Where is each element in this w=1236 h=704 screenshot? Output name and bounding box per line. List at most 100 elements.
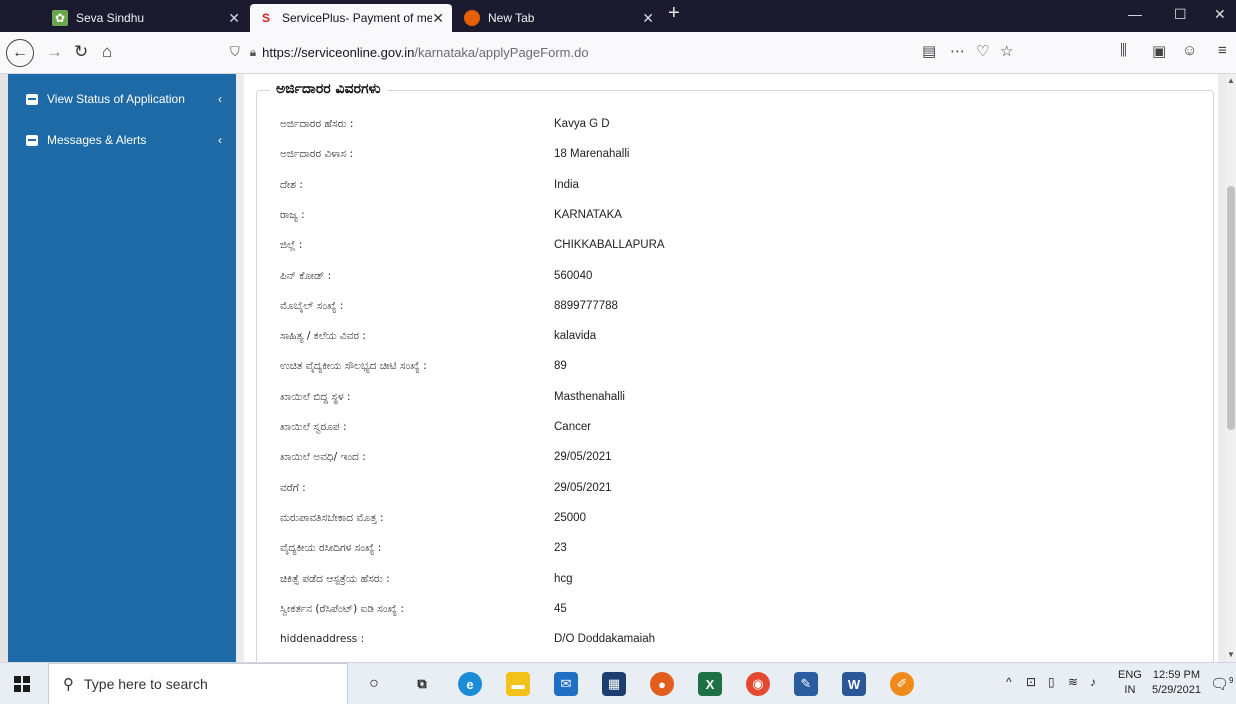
store-icon[interactable]: ▦ xyxy=(602,672,626,696)
sidebar-item-messages-alerts[interactable]: Messages & Alerts ‹ xyxy=(26,133,222,147)
new-tab-plus-icon[interactable]: + xyxy=(668,2,680,25)
field-value: 560040 xyxy=(554,269,593,282)
show-hidden-icons-chevron-icon[interactable]: ^ xyxy=(1006,675,1012,689)
library-icon[interactable]: ⫼ xyxy=(1120,42,1127,59)
bookmark-star-icon[interactable]: ☆ xyxy=(1000,42,1013,60)
detail-row: ಖಾಯಿಲೆ ಬಿದ್ದ ಸ್ಥಳ : Masthenahalli xyxy=(280,387,1180,409)
detail-row: ರಾಜ್ಯ : KARNATAKA xyxy=(280,205,1180,227)
scrollbar-thumb[interactable] xyxy=(1227,186,1235,430)
field-label: ಪಿನ್ ಕೋಡ್ : xyxy=(280,269,332,282)
vertical-scrollbar[interactable]: ▲ ▼ xyxy=(1226,74,1236,662)
tab-new-tab[interactable]: New Tab ✕ xyxy=(456,4,662,32)
navigation-toolbar: ← → ↻ ⌂ ⛉ 🔒︎ https://serviceonline.gov.i… xyxy=(0,32,1236,74)
file-explorer-icon[interactable]: ▬ xyxy=(506,672,530,696)
field-value: 45 xyxy=(554,602,567,615)
excel-icon[interactable]: X xyxy=(698,672,722,696)
forward-arrow-icon[interactable]: → xyxy=(46,42,63,62)
paint-icon[interactable]: ✐ xyxy=(890,672,914,696)
url-path: /karnataka/applyPageForm.do xyxy=(414,44,589,60)
sidebar-toggle-icon[interactable]: ▣ xyxy=(1152,42,1166,60)
menu-box-icon xyxy=(26,134,38,146)
detail-row: ಉಚಿತ ವೈದ್ಯಕೀಯ ಸೌಲಭ್ಯದ ಚೀಟಿ ಸಂಖ್ಯೆ : 89 xyxy=(280,356,1180,378)
task-view-icon[interactable]: ⧉ xyxy=(410,672,434,696)
sidebar-item-label: Messages & Alerts xyxy=(47,133,147,147)
tab-serviceplus[interactable]: S ServicePlus- Payment of medic ✕ xyxy=(250,4,452,32)
windows-taskbar: ⚲ Type here to search ○ ⧉ e ▬ ✉ ▦ ● X ◉ … xyxy=(0,662,1236,704)
network-icon[interactable]: ⊡ xyxy=(1026,675,1036,689)
cortana-icon[interactable]: ○ xyxy=(362,672,386,696)
detail-row: ಖಾಯಿಲೆ ಅವಧಿ/ ಇಂದ : 29/05/2021 xyxy=(280,447,1180,469)
reader-view-icon[interactable]: ▤ xyxy=(922,42,936,60)
field-value: India xyxy=(554,178,579,191)
left-gutter xyxy=(0,74,8,662)
detail-row: ದೇಶ : India xyxy=(280,175,1180,197)
field-label: ಜಿಲ್ಲೆ : xyxy=(280,239,303,252)
system-clock[interactable]: 12:59 PM 5/29/2021 xyxy=(1152,668,1201,698)
close-tab-icon[interactable]: ✕ xyxy=(642,10,654,27)
clock-time: 12:59 PM xyxy=(1152,669,1201,681)
reload-icon[interactable]: ↻ xyxy=(74,42,88,62)
tab-seva-sindhu[interactable]: ✿ Seva Sindhu ✕ xyxy=(44,4,248,32)
sidebar-item-view-status[interactable]: View Status of Application ‹ xyxy=(26,92,222,106)
volume-icon[interactable]: ♪ xyxy=(1090,675,1096,689)
detail-row: ಖಾಯಿಲೆ ಸ್ವರೂಪ : Cancer xyxy=(280,417,1180,439)
firefox-icon[interactable]: ● xyxy=(650,672,674,696)
field-label: ಅರ್ಜಿದಾರರ ಹೆಸರು : xyxy=(280,118,354,130)
detail-row: ಮೊಬೈಲ್ ಸಂಖ್ಯೆ : 8899777788 xyxy=(280,296,1180,318)
wifi-icon[interactable]: ≋ xyxy=(1068,675,1078,689)
field-label: ಖಾಯಿಲೆ ಅವಧಿ/ ಇಂದ : xyxy=(280,451,366,464)
lock-icon[interactable]: 🔒︎ xyxy=(250,45,256,60)
chrome-icon[interactable]: ◉ xyxy=(746,672,770,696)
edge-icon[interactable]: e xyxy=(458,672,482,696)
search-icon: ⚲ xyxy=(63,676,74,693)
field-value: KARNATAKA xyxy=(554,208,622,221)
shield-icon[interactable]: ⛉ xyxy=(230,44,240,60)
maximize-icon[interactable]: ☐ xyxy=(1174,6,1187,23)
hamburger-menu-icon[interactable]: ≡ xyxy=(1218,42,1227,59)
field-value: D/O Doddakamaiah xyxy=(554,633,655,646)
detail-row: ಮರುಪಾವತಿಸಬೇಕಾದ ಮೊತ್ತ : 25000 xyxy=(280,508,1180,530)
pocket-icon[interactable]: ♡ xyxy=(976,42,989,60)
scroll-down-arrow-icon[interactable]: ▼ xyxy=(1227,650,1235,659)
home-icon[interactable]: ⌂ xyxy=(102,42,112,62)
field-label: ಸಾಹಿತ್ಯ / ಕಲೆಯ ವಿವರ : xyxy=(280,330,366,343)
language-indicator[interactable]: ENG IN xyxy=(1118,668,1142,698)
field-value: Masthenahalli xyxy=(554,390,625,403)
field-label: ವೈದ್ಯಕೀಯ ರಸೀದಿಗಳ ಸಂಖ್ಯೆ : xyxy=(280,542,382,555)
url-bar[interactable]: ⛉ 🔒︎ https://serviceonline.gov.in/karnat… xyxy=(222,37,1032,67)
detail-row: ಚಿಕಿತ್ಸೆ ಪಡೆದ ಆಸ್ಪತ್ರೆಯ ಹೆಸರು : hcg xyxy=(280,569,1180,591)
detail-row: ಅರ್ಜಿದಾರರ ಹೆಸರು : Kavya G D xyxy=(280,114,1180,136)
field-value: hcg xyxy=(554,572,573,585)
mail-icon[interactable]: ✉ xyxy=(554,672,578,696)
field-label: ಖಾಯಿಲೆ ಸ್ವರೂಪ : xyxy=(280,421,347,433)
close-tab-icon[interactable]: ✕ xyxy=(228,10,240,27)
detail-row: ಸ್ವೀಕರ್ತನ (ರೆಸಿಪೆಂಟ್) ಐಡಿ ಸಂಖ್ಯೆ : 45 xyxy=(280,599,1180,621)
field-label: ದೇಶ : xyxy=(280,178,303,191)
left-sidebar: View Status of Application ‹ Messages & … xyxy=(0,74,236,662)
search-placeholder: Type here to search xyxy=(84,676,208,692)
pen-app-icon[interactable]: ✎ xyxy=(794,672,818,696)
notification-count: 9 xyxy=(1229,676,1234,685)
battery-icon[interactable]: ▯ xyxy=(1048,675,1055,689)
scroll-up-arrow-icon[interactable]: ▲ xyxy=(1227,76,1235,85)
tab-title: Seva Sindhu xyxy=(76,11,145,25)
account-icon[interactable]: ☺ xyxy=(1182,42,1197,59)
windows-start-icon[interactable] xyxy=(14,676,30,692)
back-arrow-icon[interactable]: ← xyxy=(6,39,34,67)
word-icon[interactable]: W xyxy=(842,672,866,696)
close-window-icon[interactable]: ✕ xyxy=(1214,6,1226,23)
browser-tab-bar: ✿ Seva Sindhu ✕ S ServicePlus- Payment o… xyxy=(0,0,1236,32)
menu-box-icon xyxy=(26,93,38,105)
field-value: 29/05/2021 xyxy=(554,481,612,494)
field-label: ಚಿಕಿತ್ಸೆ ಪಡೆದ ಆಸ್ಪತ್ರೆಯ ಹೆಸರು : xyxy=(280,572,390,585)
field-label: ಸ್ವೀಕರ್ತನ (ರೆಸಿಪೆಂಟ್) ಐಡಿ ಸಂಖ್ಯೆ : xyxy=(280,602,404,615)
page-actions-menu-icon[interactable]: ⋯ xyxy=(950,42,965,60)
field-label: ಮೊಬೈಲ್ ಸಂಖ್ಯೆ : xyxy=(280,299,344,312)
field-value: 8899777788 xyxy=(554,299,618,312)
taskbar-search-box[interactable]: ⚲ Type here to search xyxy=(48,663,348,704)
notification-center-icon[interactable]: 🗨︎9 xyxy=(1210,675,1234,693)
close-tab-icon[interactable]: ✕ xyxy=(432,10,444,27)
chevron-left-icon: ‹ xyxy=(218,133,222,147)
field-label: ಖಾಯಿಲೆ ಬಿದ್ದ ಸ್ಥಳ : xyxy=(280,390,351,403)
minimize-icon[interactable]: — xyxy=(1128,6,1142,22)
